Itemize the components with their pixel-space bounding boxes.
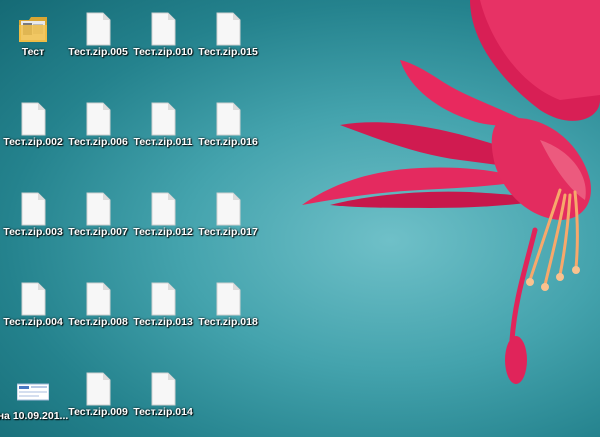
desktop-icon-file[interactable]: Тест.zip.015	[195, 0, 261, 72]
desktop-icon-label: Тест.zip.017	[198, 226, 258, 238]
desktop-icon-label: Тест.zip.006	[68, 136, 128, 148]
desktop-icon-file[interactable]: Тест.zip.018	[195, 270, 261, 342]
desktop-icon-label: Тест	[21, 46, 45, 58]
blank-file-icon	[147, 282, 179, 316]
desktop-icon-file[interactable]: Тест.zip.009	[65, 360, 131, 432]
blank-file-icon	[82, 282, 114, 316]
blank-file-icon	[147, 192, 179, 226]
blank-file-icon	[17, 282, 49, 316]
desktop-icon-label: Тест.zip.007	[68, 226, 128, 238]
folder-icon	[17, 12, 49, 46]
blank-file-icon	[147, 102, 179, 136]
desktop-icon-label: Тест.zip.008	[68, 316, 128, 328]
desktop-icon-label: Тест.zip.016	[198, 136, 258, 148]
desktop-icon-folder-test[interactable]: Тест	[0, 0, 66, 72]
blank-file-icon	[147, 372, 179, 406]
desktop: Тест Тест.zip.002 Тест.zip.003 Тест.zip.…	[0, 0, 600, 437]
blank-file-icon	[212, 12, 244, 46]
blank-file-icon	[212, 192, 244, 226]
desktop-icon-label: Тест.zip.011	[133, 136, 193, 148]
desktop-icon-image[interactable]: на 10.09.201...	[0, 360, 68, 432]
desktop-icon-label: Тест.zip.012	[133, 226, 193, 238]
blank-file-icon	[17, 192, 49, 226]
desktop-icon-file[interactable]: Тест.zip.011	[130, 90, 196, 162]
desktop-icon-label: Тест.zip.018	[198, 316, 258, 328]
desktop-icon-file[interactable]: Тест.zip.003	[0, 180, 66, 252]
blank-file-icon	[82, 372, 114, 406]
blank-file-icon	[147, 12, 179, 46]
blank-file-icon	[82, 12, 114, 46]
desktop-icon-file[interactable]: Тест.zip.004	[0, 270, 66, 342]
desktop-icon-file[interactable]: Тест.zip.013	[130, 270, 196, 342]
desktop-icon-label: Тест.zip.002	[3, 136, 63, 148]
desktop-icon-file[interactable]: Тест.zip.012	[130, 180, 196, 252]
blank-file-icon	[212, 282, 244, 316]
desktop-icon-file[interactable]: Тест.zip.005	[65, 0, 131, 72]
blank-file-icon	[17, 102, 49, 136]
desktop-icon-file[interactable]: Тест.zip.008	[65, 270, 131, 342]
image-thumbnail-icon	[17, 372, 49, 406]
desktop-icon-file[interactable]: Тест.zip.007	[65, 180, 131, 252]
desktop-icon-label: Тест.zip.015	[198, 46, 258, 58]
blank-file-icon	[212, 102, 244, 136]
blank-file-icon	[82, 102, 114, 136]
desktop-icon-label: Тест.zip.010	[133, 46, 193, 58]
desktop-icon-file[interactable]: Тест.zip.010	[130, 0, 196, 72]
desktop-icon-label: Тест.zip.009	[68, 406, 128, 418]
desktop-icon-label: Тест.zip.013	[133, 316, 193, 328]
desktop-icon-label: Тест.zip.005	[68, 46, 128, 58]
desktop-icon-file[interactable]: Тест.zip.006	[65, 90, 131, 162]
desktop-icon-label: на 10.09.201...	[0, 410, 69, 422]
desktop-icon-label: Тест.zip.003	[3, 226, 63, 238]
desktop-icon-label: Тест.zip.014	[133, 406, 193, 418]
desktop-icon-file[interactable]: Тест.zip.014	[130, 360, 196, 432]
desktop-icon-file[interactable]: Тест.zip.002	[0, 90, 66, 162]
blank-file-icon	[82, 192, 114, 226]
desktop-icon-file[interactable]: Тест.zip.016	[195, 90, 261, 162]
desktop-icon-file[interactable]: Тест.zip.017	[195, 180, 261, 252]
desktop-icon-label: Тест.zip.004	[3, 316, 63, 328]
